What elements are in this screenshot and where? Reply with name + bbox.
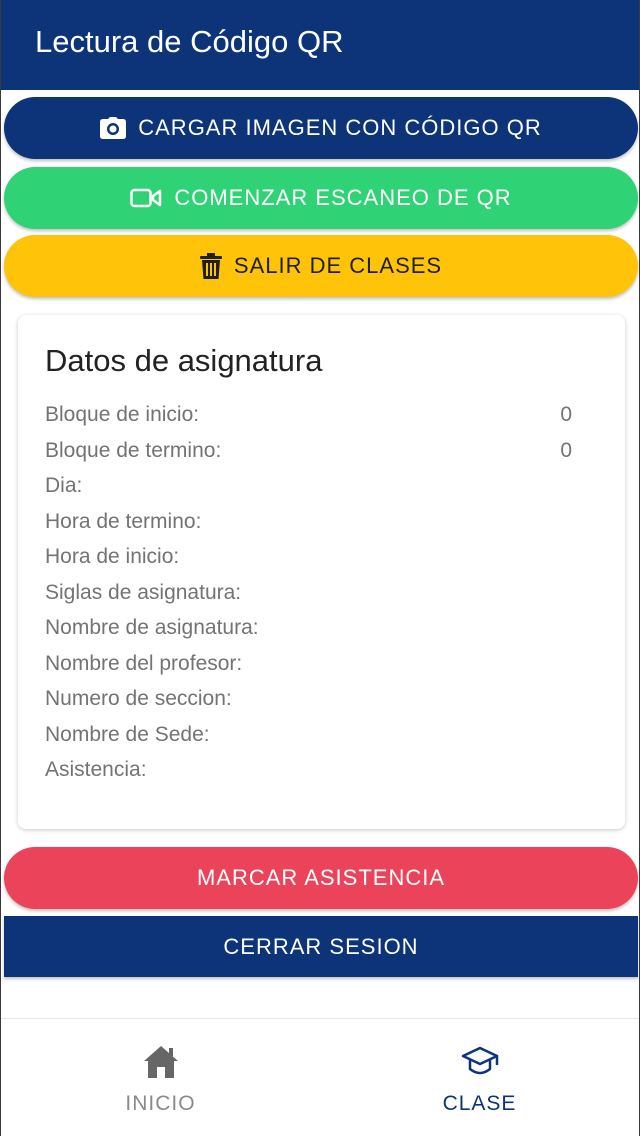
row-value: 0 [560, 438, 572, 462]
logout-button[interactable]: CERRAR SESION [4, 916, 638, 977]
row-label: Bloque de inicio: [45, 403, 200, 426]
row-label: Siglas de asignatura: [45, 580, 242, 604]
row-label: Numero de seccion: [45, 687, 232, 710]
app-window: Lectura de Código QR CARGAR IMAGEN CON C… [0, 0, 640, 1136]
row-hora-inicio: Hora de inicio: [45, 545, 598, 581]
row-label: Dia: [45, 474, 83, 497]
camera-icon [100, 117, 127, 139]
start-qr-scan-button[interactable]: COMENZAR ESCANEO DE QR [4, 167, 638, 229]
row-label: Nombre de asignatura: [45, 616, 259, 639]
row-bloque-termino: Bloque de termino: 0 [45, 439, 598, 475]
page-title: Lectura de Código QR [35, 24, 344, 59]
row-label: Bloque de termino: [45, 438, 222, 462]
row-label: Nombre del profesor: [45, 651, 243, 675]
trash-icon [199, 253, 222, 279]
row-hora-termino: Hora de termino: [45, 510, 598, 546]
row-value: 0 [560, 403, 572, 426]
bottom-tab-bar: INICIO CLASE [1, 1018, 639, 1136]
row-nombre-asignatura: Nombre de asignatura: [45, 616, 598, 652]
card-title: Datos de asignatura [45, 343, 323, 378]
exit-classes-button[interactable]: SALIR DE CLASES [4, 235, 638, 297]
videocam-icon [130, 188, 162, 208]
row-nombre-profesor: Nombre del profesor: [45, 652, 598, 688]
start-qr-scan-label: COMENZAR ESCANEO DE QR [174, 185, 512, 210]
subject-data-card: Datos de asignatura Bloque de inicio: 0 … [18, 315, 625, 829]
row-label: Hora de inicio: [45, 545, 180, 568]
tab-clase-label: CLASE [442, 1092, 517, 1115]
row-numero-seccion: Numero de seccion: [45, 687, 598, 723]
toolbar-header: Lectura de Código QR [1, 0, 639, 90]
upload-qr-image-button[interactable]: CARGAR IMAGEN CON CÓDIGO QR [4, 97, 638, 159]
row-asistencia: Asistencia: [45, 758, 598, 794]
tab-inicio-label: INICIO [125, 1092, 196, 1115]
exit-classes-label: SALIR DE CLASES [233, 253, 443, 278]
row-label: Asistencia: [45, 758, 147, 781]
home-icon [143, 1045, 179, 1084]
logout-label: CERRAR SESION [223, 933, 419, 959]
tab-clase[interactable]: CLASE [320, 1019, 639, 1136]
tab-inicio[interactable]: INICIO [1, 1019, 320, 1136]
row-nombre-sede: Nombre de Sede: [45, 723, 598, 759]
row-bloque-inicio: Bloque de inicio: 0 [45, 403, 598, 439]
school-icon [461, 1045, 499, 1084]
row-label: Nombre de Sede: [45, 722, 210, 746]
row-label: Hora de termino: [45, 509, 202, 533]
row-dia: Dia: [45, 474, 598, 510]
row-siglas-asignatura: Siglas de asignatura: [45, 581, 598, 617]
upload-qr-image-label: CARGAR IMAGEN CON CÓDIGO QR [138, 115, 542, 140]
mark-attendance-button[interactable]: MARCAR ASISTENCIA [4, 847, 638, 909]
mark-attendance-label: MARCAR ASISTENCIA [196, 865, 446, 890]
